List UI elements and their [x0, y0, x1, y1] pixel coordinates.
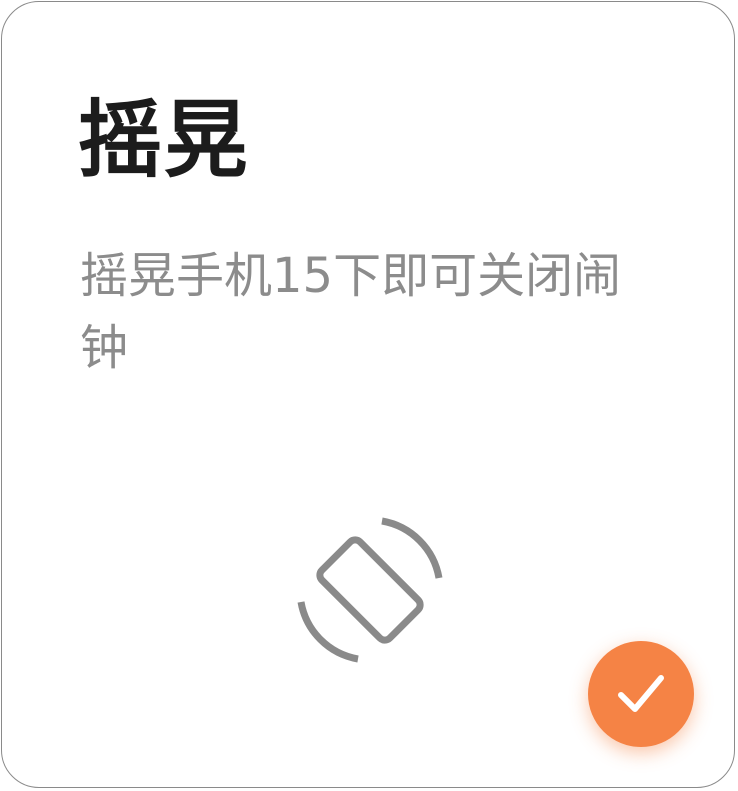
phone-rotate-icon: [297, 517, 443, 663]
mode-title: 摇晃: [78, 91, 251, 189]
confirm-button[interactable]: [588, 641, 694, 747]
mode-description: 摇晃手机15下即可关闭闹钟: [80, 248, 622, 376]
shake-mode-card: 摇晃 摇晃手机15下即可关闭闹钟: [1, 1, 735, 788]
check-icon: [618, 675, 664, 712]
